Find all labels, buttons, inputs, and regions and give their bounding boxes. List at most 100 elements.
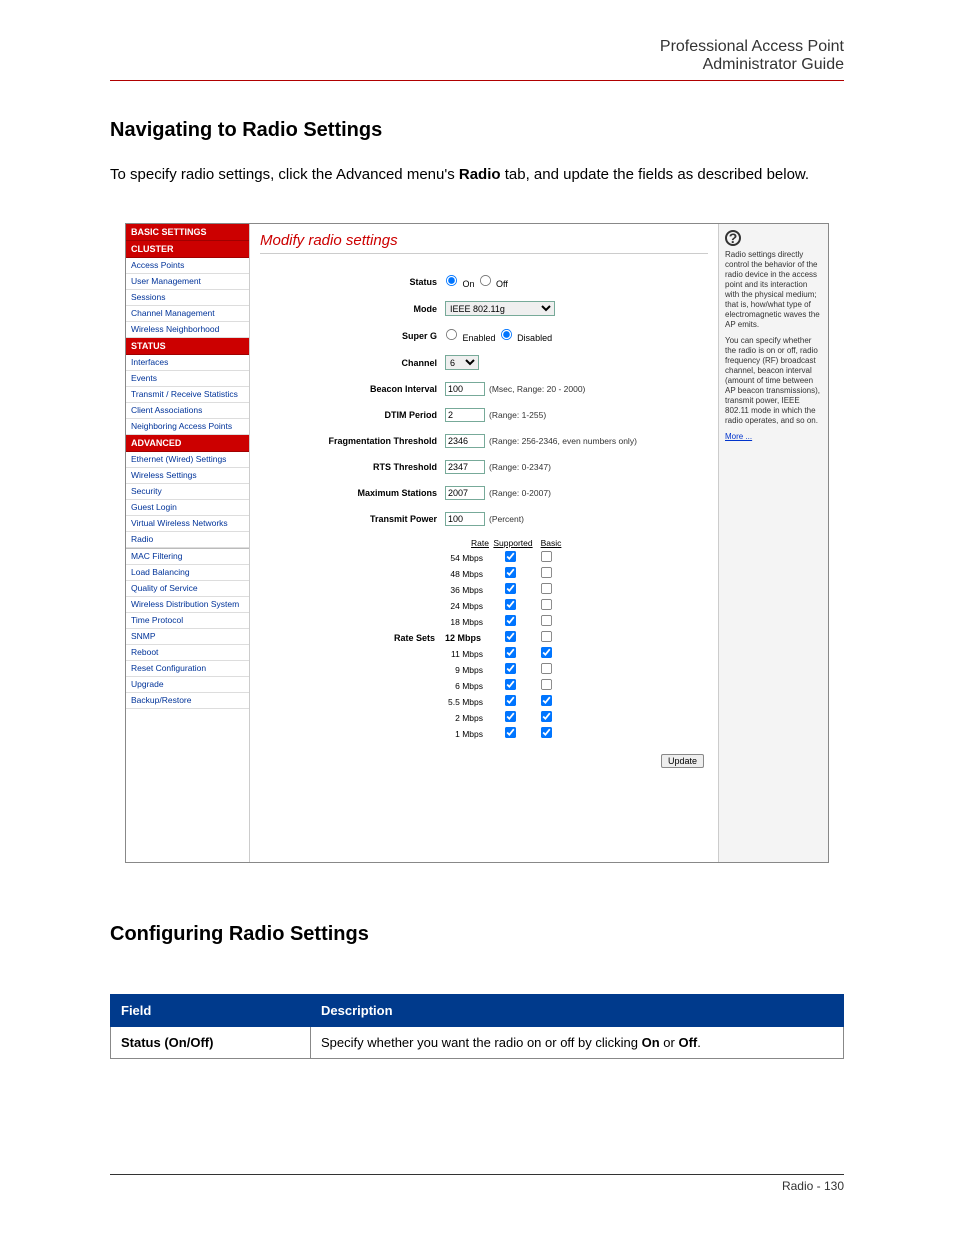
td-desc-status: Specify whether you want the radio on or…: [311, 1027, 844, 1059]
mode-row: Mode IEEE 802.11g: [260, 301, 708, 316]
help-icon: ?: [725, 230, 741, 246]
header-line2: Administrator Guide: [110, 56, 844, 74]
rate-basic-checkbox[interactable]: [540, 567, 551, 578]
nav-header[interactable]: ADVANCED: [126, 435, 249, 452]
rate-sets: 54 Mbps48 Mbps36 Mbps24 Mbps18 MbpsRate …: [260, 550, 708, 741]
nav-item[interactable]: Sessions: [126, 290, 249, 306]
rate-header: Rate Supported Basic: [453, 538, 708, 548]
nav-item[interactable]: Reboot: [126, 645, 249, 661]
rate-row: Rate Sets 12 Mbps: [260, 630, 708, 645]
superg-row: Super G Enabled Disabled: [260, 328, 708, 343]
status-row: Status On Off: [260, 274, 708, 289]
rate-supported-checkbox[interactable]: [504, 567, 515, 578]
rate-supported-checkbox[interactable]: [504, 599, 515, 610]
rate-supported-checkbox[interactable]: [504, 695, 515, 706]
nav-item[interactable]: Wireless Distribution System: [126, 597, 249, 613]
channel-row: Channel 6: [260, 355, 708, 370]
rts-input[interactable]: [445, 460, 485, 474]
rate-basic-checkbox[interactable]: [540, 615, 551, 626]
rate-row: 2 Mbps: [260, 710, 708, 725]
nav-item[interactable]: Reset Configuration: [126, 661, 249, 677]
nav-item[interactable]: Radio: [126, 532, 249, 548]
rate-basic-checkbox[interactable]: [540, 663, 551, 674]
nav-item[interactable]: Client Associations: [126, 403, 249, 419]
rate-basic-checkbox[interactable]: [540, 695, 551, 706]
sidebar: BASIC SETTINGSCLUSTERAccess PointsUser M…: [126, 224, 250, 862]
txpwr-row: Transmit Power (Percent): [260, 512, 708, 526]
rate-row: 1 Mbps: [260, 726, 708, 741]
rts-row: RTS Threshold (Range: 0-2347): [260, 460, 708, 474]
rate-row: 6 Mbps: [260, 678, 708, 693]
dtim-input[interactable]: [445, 408, 485, 422]
beacon-input[interactable]: [445, 382, 485, 396]
radio-settings-screenshot: BASIC SETTINGSCLUSTERAccess PointsUser M…: [125, 223, 829, 863]
config-table: Field Description Status (On/Off) Specif…: [110, 994, 844, 1059]
mode-select[interactable]: IEEE 802.11g: [445, 301, 555, 316]
rate-basic-checkbox[interactable]: [540, 599, 551, 610]
nav-header[interactable]: CLUSTER: [126, 241, 249, 258]
frag-input[interactable]: [445, 434, 485, 448]
nav-header[interactable]: STATUS: [126, 338, 249, 355]
nav-item[interactable]: Security: [126, 484, 249, 500]
superg-disabled[interactable]: Disabled: [500, 328, 553, 343]
rate-row: 9 Mbps: [260, 662, 708, 677]
rate-row: 48 Mbps: [260, 566, 708, 581]
nav-item[interactable]: Access Points: [126, 258, 249, 274]
rate-supported-checkbox[interactable]: [504, 615, 515, 626]
rate-basic-checkbox[interactable]: [540, 583, 551, 594]
maxsta-input[interactable]: [445, 486, 485, 500]
nav-item[interactable]: MAC Filtering: [126, 549, 249, 565]
rate-basic-checkbox[interactable]: [540, 711, 551, 722]
nav-item[interactable]: Upgrade: [126, 677, 249, 693]
rate-row: 5.5 Mbps: [260, 694, 708, 709]
nav-item[interactable]: SNMP: [126, 629, 249, 645]
rate-supported-checkbox[interactable]: [504, 583, 515, 594]
rate-basic-checkbox[interactable]: [540, 631, 551, 642]
update-button[interactable]: Update: [661, 754, 704, 768]
rate-supported-checkbox[interactable]: [504, 679, 515, 690]
section-nav-title: Navigating to Radio Settings: [110, 119, 844, 142]
nav-item[interactable]: Quality of Service: [126, 581, 249, 597]
rate-row: 18 Mbps: [260, 614, 708, 629]
intro-paragraph: To specify radio settings, click the Adv…: [110, 166, 844, 183]
rate-supported-checkbox[interactable]: [504, 631, 515, 642]
nav-item[interactable]: Wireless Settings: [126, 468, 249, 484]
nav-item[interactable]: Backup/Restore: [126, 693, 249, 709]
txpwr-input[interactable]: [445, 512, 485, 526]
rate-supported-checkbox[interactable]: [504, 663, 515, 674]
dtim-row: DTIM Period (Range: 1-255): [260, 408, 708, 422]
rate-supported-checkbox[interactable]: [504, 727, 515, 738]
rate-supported-checkbox[interactable]: [504, 647, 515, 658]
nav-header[interactable]: BASIC SETTINGS: [126, 224, 249, 241]
nav-item[interactable]: Virtual Wireless Networks: [126, 516, 249, 532]
status-on[interactable]: On: [445, 274, 475, 289]
nav-item[interactable]: Neighboring Access Points: [126, 419, 249, 435]
nav-item[interactable]: Interfaces: [126, 355, 249, 371]
status-off[interactable]: Off: [479, 274, 508, 289]
page-header: Professional Access Point Administrator …: [110, 38, 844, 81]
nav-item[interactable]: Wireless Neighborhood: [126, 322, 249, 338]
help-text-1: Radio settings directly control the beha…: [725, 250, 822, 330]
beacon-row: Beacon Interval (Msec, Range: 20 - 2000): [260, 382, 708, 396]
nav-item[interactable]: Channel Management: [126, 306, 249, 322]
superg-enabled[interactable]: Enabled: [445, 328, 496, 343]
help-more-link[interactable]: More ...: [725, 432, 752, 441]
rate-supported-checkbox[interactable]: [504, 711, 515, 722]
rate-basic-checkbox[interactable]: [540, 551, 551, 562]
rate-basic-checkbox[interactable]: [540, 727, 551, 738]
section-config-title: Configuring Radio Settings: [110, 923, 844, 946]
nav-item[interactable]: Time Protocol: [126, 613, 249, 629]
nav-item[interactable]: User Management: [126, 274, 249, 290]
panel-title: Modify radio settings: [260, 230, 708, 254]
rate-basic-checkbox[interactable]: [540, 679, 551, 690]
rate-basic-checkbox[interactable]: [540, 647, 551, 658]
nav-item[interactable]: Ethernet (Wired) Settings: [126, 452, 249, 468]
channel-select[interactable]: 6: [445, 355, 479, 370]
nav-item[interactable]: Guest Login: [126, 500, 249, 516]
nav-item[interactable]: Transmit / Receive Statistics: [126, 387, 249, 403]
nav-item[interactable]: Load Balancing: [126, 565, 249, 581]
rate-row: 36 Mbps: [260, 582, 708, 597]
nav-item[interactable]: Events: [126, 371, 249, 387]
rate-supported-checkbox[interactable]: [504, 551, 515, 562]
th-field: Field: [111, 995, 311, 1027]
